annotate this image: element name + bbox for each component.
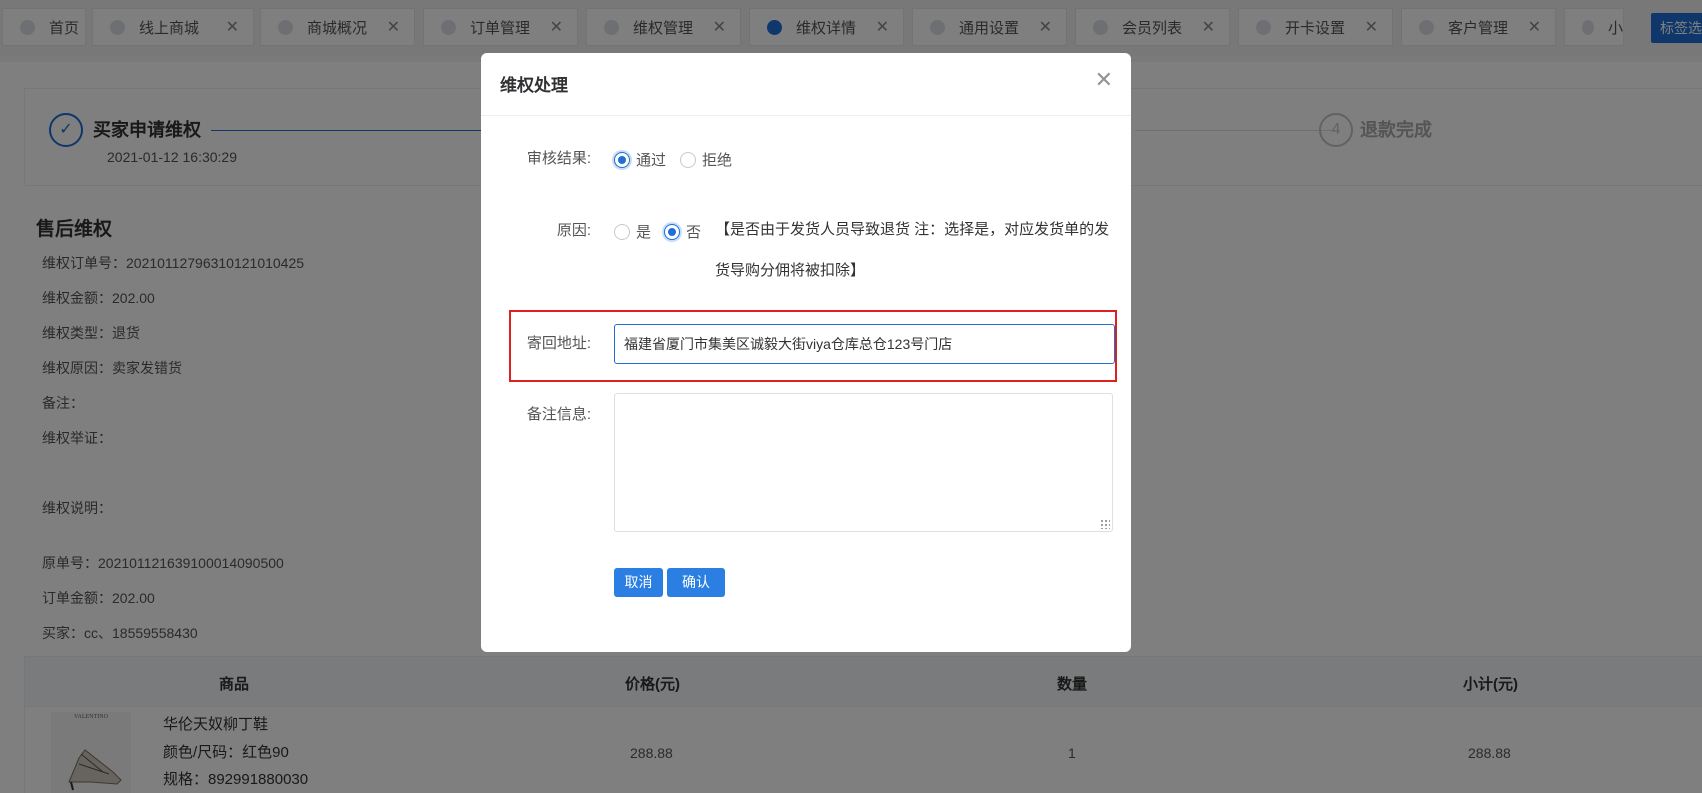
review-reject-radio[interactable]: 拒绝 [680, 149, 732, 170]
radio-checked-icon [614, 151, 630, 168]
reason-no-radio[interactable]: 否 [664, 221, 701, 242]
return-address-label: 寄回地址: [526, 335, 591, 352]
remark-label: 备注信息: [526, 406, 591, 423]
dialog-divider [481, 115, 1131, 116]
remark-textarea[interactable] [614, 393, 1113, 532]
review-approve-radio[interactable]: 通过 [614, 149, 666, 170]
confirm-button[interactable]: 确认 [667, 568, 725, 597]
radio-unchecked-icon [614, 223, 630, 240]
radio-checked-icon [664, 223, 680, 240]
cancel-button[interactable]: 取消 [614, 568, 663, 597]
rights-processing-dialog: 维权处理 ✕ 审核结果: 通过 拒绝 原因: 是 否 【是否由于发货人员导致退货… [481, 53, 1131, 652]
resize-grip-icon[interactable] [1100, 519, 1110, 529]
radio-label: 通过 [636, 152, 667, 169]
dialog-title: 维权处理 [500, 76, 568, 95]
review-result-label: 审核结果: [526, 150, 591, 167]
radio-label: 拒绝 [702, 152, 733, 169]
radio-label: 否 [686, 224, 702, 241]
radio-label: 是 [636, 224, 652, 241]
reason-yes-radio[interactable]: 是 [614, 221, 651, 242]
reason-note: 【是否由于发货人员导致退货 注：选择是，对应发货单的发货导购分佣将被扣除】 [715, 221, 1110, 279]
reason-label: 原因: [556, 222, 591, 239]
return-address-input[interactable]: 福建省厦门市集美区诚毅大街viya仓库总仓123号门店 [614, 324, 1115, 364]
close-icon[interactable]: ✕ [1095, 67, 1113, 93]
radio-unchecked-icon [680, 151, 696, 168]
